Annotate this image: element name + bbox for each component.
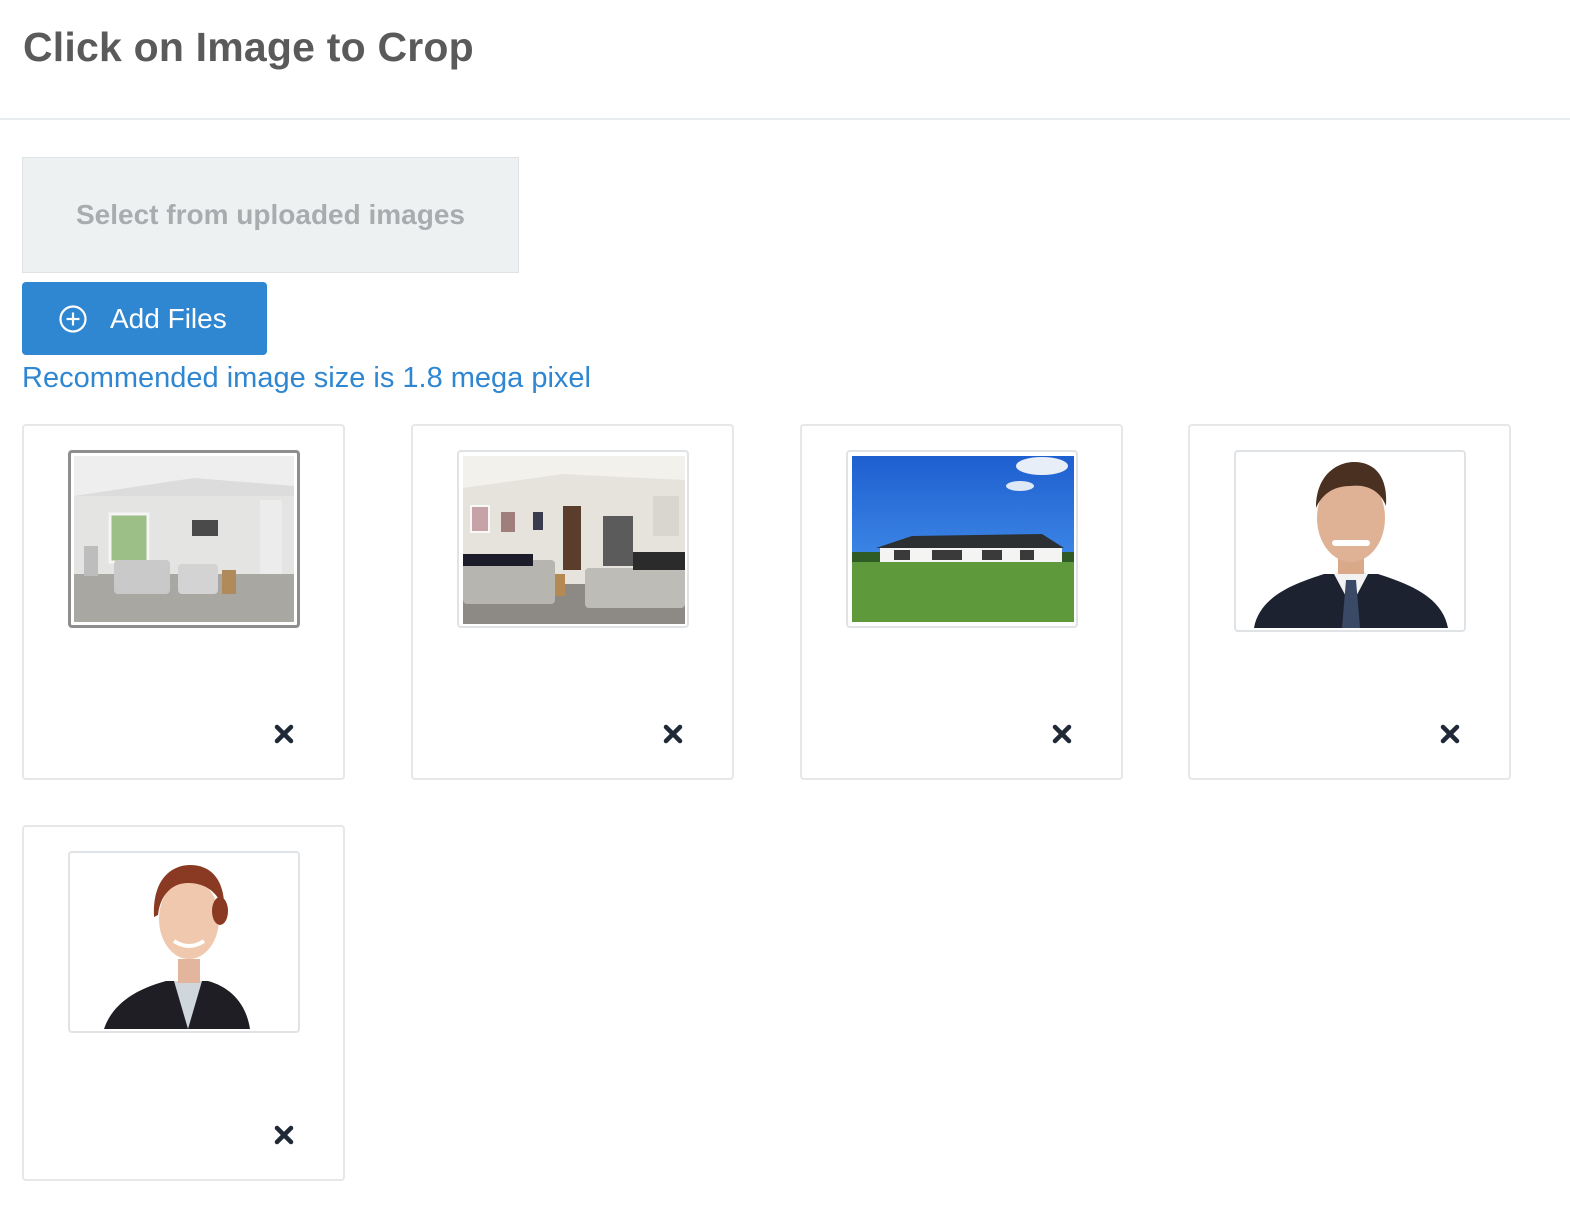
- close-icon: [1440, 724, 1460, 744]
- recommended-size-hint: Recommended image size is 1.8 mega pixel: [22, 362, 591, 394]
- image-thumbnail-house-exterior[interactable]: [846, 450, 1078, 628]
- image-thumbnail-living-room[interactable]: [68, 450, 300, 628]
- remove-image-button[interactable]: [661, 722, 685, 746]
- remove-image-button[interactable]: [272, 1123, 296, 1147]
- remove-image-button[interactable]: [1050, 722, 1074, 746]
- image-card: [22, 424, 345, 780]
- select-uploaded-images-button[interactable]: Select from uploaded images: [22, 157, 519, 273]
- close-icon: [274, 724, 294, 744]
- image-thumbnail-lounge[interactable]: [457, 450, 689, 628]
- close-icon: [1052, 724, 1072, 744]
- plus-circle-icon: [58, 304, 88, 334]
- image-card: [411, 424, 734, 780]
- image-card: [22, 825, 345, 1181]
- image-thumbnail-man-portrait[interactable]: [1234, 450, 1466, 632]
- remove-image-button[interactable]: [272, 722, 296, 746]
- page-header: Click on Image to Crop: [0, 0, 1570, 120]
- close-icon: [663, 724, 683, 744]
- image-card: [1188, 424, 1511, 780]
- add-files-label: Add Files: [110, 302, 227, 334]
- page-title: Click on Image to Crop: [23, 24, 474, 70]
- add-files-button[interactable]: Add Files: [22, 282, 267, 355]
- close-icon: [274, 1125, 294, 1145]
- select-uploaded-images-label: Select from uploaded images: [76, 199, 465, 230]
- image-card: [800, 424, 1123, 780]
- remove-image-button[interactable]: [1438, 722, 1462, 746]
- image-thumbnail-woman-portrait[interactable]: [68, 851, 300, 1033]
